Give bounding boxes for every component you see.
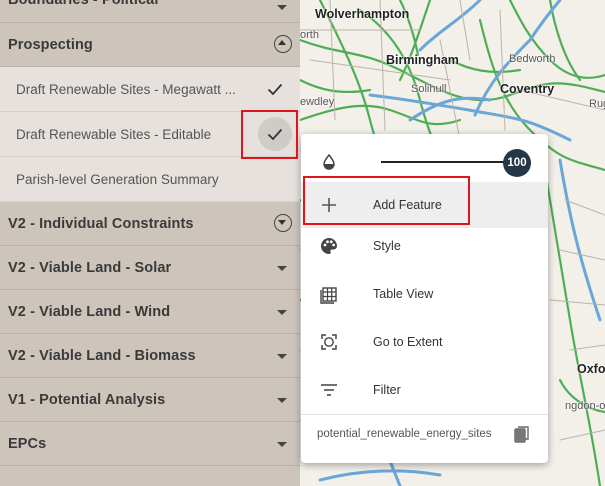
map-label-abingdon: ngdon-on [565,400,605,412]
layer-item-editable[interactable]: Draft Renewable Sites - Editable [0,112,300,157]
map-label-oxford: Oxfo [577,362,605,376]
group-title: EPCs [8,435,47,452]
checkmark-icon[interactable] [267,81,283,97]
expand-icon[interactable] [274,213,292,232]
opacity-row: 100 [301,134,548,182]
group-v2-viable-land-solar[interactable]: V2 - Viable Land - Solar [0,246,300,290]
group-v2-viable-land-wind[interactable]: V2 - Viable Land - Wind [0,290,300,334]
map-label-rugby: Rugby [589,98,605,110]
map-label-wolverhampton: Wolverhampton [315,7,410,21]
layer-source-name: potential_renewable_energy_sites [317,428,492,440]
group-boundaries-political[interactable]: Boundaries - Political [0,0,300,23]
menu-item-filter[interactable]: Filter [301,367,548,413]
group-epcs[interactable]: EPCs [0,422,300,466]
map-label-fragment-orth: orth [300,29,319,41]
opacity-value: 100 [507,157,527,169]
opacity-slider-track[interactable] [381,161,517,163]
menu-item-style[interactable]: Style [301,223,548,269]
group-title: V2 - Viable Land - Biomass [8,347,196,364]
group-title: V2 - Viable Land - Wind [8,303,171,320]
checkmark-button[interactable] [258,117,292,151]
menu-item-label: Go to Extent [373,335,443,349]
map-label-coventry: Coventry [500,82,555,96]
menu-item-go-to-extent[interactable]: Go to Extent [301,319,548,365]
table-icon [320,287,337,304]
menu-item-add-feature[interactable]: Add Feature [301,182,548,228]
group-prospecting[interactable]: Prospecting [0,23,300,67]
chevron-down-icon[interactable] [277,309,287,315]
menu-divider [301,414,548,415]
checkmark-icon [267,128,283,141]
plus-icon [322,198,336,212]
group-title: Prospecting [8,36,93,53]
menu-item-label: Style [373,239,401,253]
filter-icon [321,384,337,396]
group-title: V2 - Individual Constraints [8,215,194,232]
group-title: V2 - Viable Land - Solar [8,259,172,276]
layer-sidebar: Boundaries - Political Prospecting Draft… [0,0,300,486]
layer-label: Draft Renewable Sites - Megawatt ... [16,81,236,97]
map-label-fragment-ewdley: ewdley [300,96,335,108]
chevron-down-icon[interactable] [277,441,287,447]
copy-icon[interactable] [514,426,530,444]
layer-label: Parish-level Generation Summary [16,171,219,187]
group-title: V1 - Potential Analysis [8,391,166,408]
layer-item-megawatt[interactable]: Draft Renewable Sites - Megawatt ... [0,67,300,112]
menu-item-label: Table View [373,287,434,301]
layer-item-parish[interactable]: Parish-level Generation Summary [0,157,300,202]
opacity-icon [323,154,335,170]
group-v2-viable-land-biomass[interactable]: V2 - Viable Land - Biomass [0,334,300,378]
layer-options-menu: 100 Add Feature Style Table View Go to E… [301,134,548,463]
chevron-down-icon[interactable] [277,5,287,10]
map-label-birmingham: Birmingham [386,53,459,67]
chevron-down-icon[interactable] [277,353,287,359]
group-title: Boundaries - Political [8,0,159,8]
menu-item-label: Add Feature [373,198,442,212]
menu-item-label: Filter [373,383,401,397]
opacity-slider-knob[interactable]: 100 [503,149,531,177]
group-v2-individual-constraints[interactable]: V2 - Individual Constraints [0,202,300,246]
chevron-down-icon[interactable] [277,397,287,403]
chevron-down-icon[interactable] [277,265,287,271]
group-v1-potential-analysis[interactable]: V1 - Potential Analysis [0,378,300,422]
extent-icon [321,334,337,350]
palette-icon [321,238,337,254]
menu-item-table-view[interactable]: Table View [301,271,548,317]
map-label-bedworth: Bedworth [509,53,556,65]
collapse-icon[interactable] [274,34,292,53]
layer-label: Draft Renewable Sites - Editable [16,126,212,142]
map-label-solihull: Solihull [411,83,447,95]
